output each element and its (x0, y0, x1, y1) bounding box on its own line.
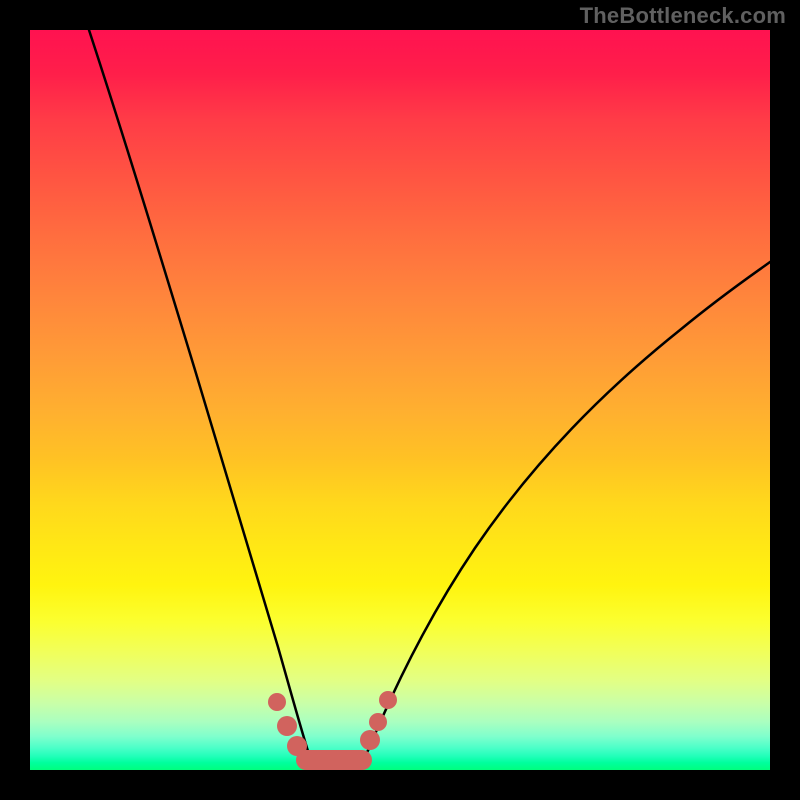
marker-dot (277, 716, 297, 736)
curve-right-branch (352, 262, 770, 770)
plot-area (30, 30, 770, 770)
curve-valley-floor (320, 770, 352, 771)
curve-left-branch (89, 30, 320, 770)
marker-dot (369, 713, 387, 731)
marker-dot (379, 691, 397, 709)
marker-dot (268, 693, 286, 711)
valley-highlight (268, 691, 397, 770)
chart-frame: TheBottleneck.com (0, 0, 800, 800)
marker-dot (360, 730, 380, 750)
curve-layer (30, 30, 770, 770)
valley-bar (296, 750, 372, 770)
marker-dot (287, 736, 307, 756)
watermark-text: TheBottleneck.com (580, 3, 786, 29)
